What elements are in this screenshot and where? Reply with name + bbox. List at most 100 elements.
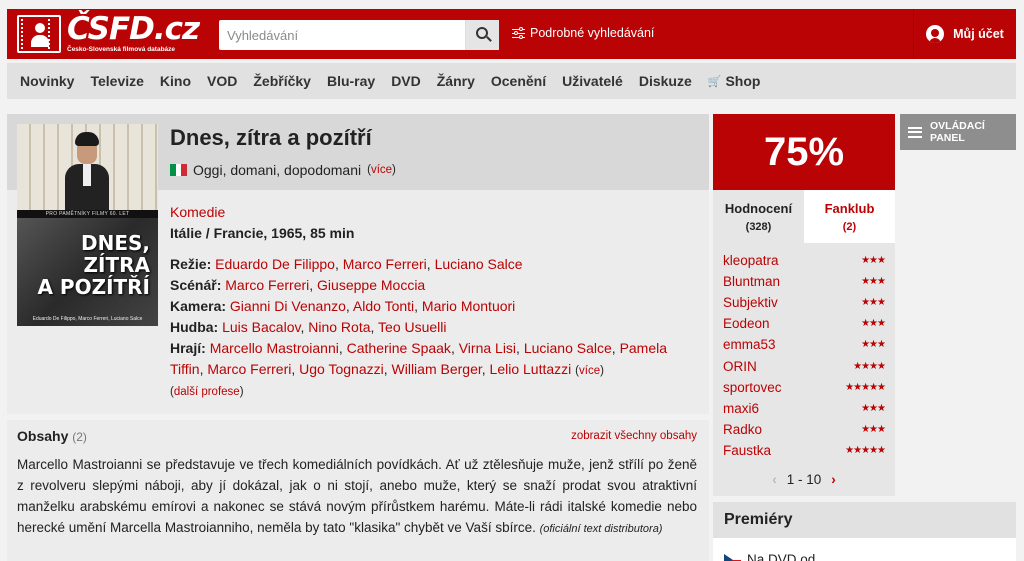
actor-link[interactable]: Catherine Spaak (347, 340, 451, 356)
search-button[interactable] (465, 20, 499, 50)
creator-link[interactable]: Giuseppe Moccia (317, 277, 425, 293)
rater-row: Bluntman ★★★ (713, 271, 895, 292)
rater-name[interactable]: Subjektiv (723, 295, 778, 310)
film-title: Dnes, zítra a pozítří (170, 125, 372, 150)
creator-row-rezie: Režie: Eduardo De Filippo, Marco Ferreri… (170, 256, 523, 272)
rater-name[interactable]: ORIN (723, 359, 757, 374)
nav-item-bluray[interactable]: Blu-ray (327, 73, 375, 89)
rater-stars-icon: ★★★ (861, 318, 886, 330)
plots-heading: Obsahy (2) (17, 428, 87, 444)
nav-item-shop[interactable]: 🛒 Shop (708, 73, 761, 89)
logo-text: ČSFD.cz (67, 11, 200, 47)
premieres-section: Premiéry Na DVD od (713, 502, 1016, 561)
rater-row: sportovec ★★★★★ (713, 377, 895, 398)
plots-section: Obsahy (2) zobrazit všechny obsahy Marce… (7, 420, 709, 561)
film-frame-icon (17, 15, 61, 53)
pager-next-button[interactable]: › (831, 472, 836, 487)
actor-link[interactable]: Luciano Salce (524, 340, 612, 356)
nav-item-dvd[interactable]: DVD (391, 73, 421, 89)
rater-row: ORIN ★★★★ (713, 355, 895, 376)
creator-link[interactable]: Gianni Di Venanzo (230, 298, 346, 314)
creator-link[interactable]: Nino Rota (308, 319, 370, 335)
premieres-heading: Premiéry (713, 502, 1016, 538)
search-box (219, 20, 499, 50)
rating-score: 75% (713, 114, 895, 190)
tab-ratings[interactable]: Hodnocení (328) (713, 190, 804, 243)
nav-item-novinky[interactable]: Novinky (20, 73, 74, 89)
actor-link[interactable]: Virna Lisi (459, 340, 516, 356)
more-professions-link[interactable]: další profese (174, 386, 240, 398)
actor-link[interactable]: Marcello Mastroianni (210, 340, 339, 356)
plots-count: (2) (72, 430, 87, 444)
creator-link[interactable]: Mario Montuori (422, 298, 515, 314)
rater-stars-icon: ★★★★★ (845, 444, 886, 456)
rater-name[interactable]: Bluntman (723, 274, 780, 289)
rater-name[interactable]: Radko (723, 422, 762, 437)
film-poster[interactable]: PRO PAMĚTNÍKY FILMY 60. LET DNES, ZÍTRA … (17, 124, 158, 326)
site-header: ČSFD.cz Česko-Slovenská filmová databáze… (7, 9, 1016, 59)
actors-more-link[interactable]: více (579, 365, 600, 377)
original-title: Oggi, domani, dopodomani (více) (170, 162, 396, 178)
nav-item-kino[interactable]: Kino (160, 73, 191, 89)
nav-item-uzivatele[interactable]: Uživatelé (562, 73, 623, 89)
creator-link[interactable]: Eduardo De Filippo (215, 256, 335, 272)
nav-item-zebricky[interactable]: Žebříčky (253, 73, 311, 89)
advanced-search-link[interactable]: Podrobné vyhledávání (512, 26, 654, 40)
nav-item-vod[interactable]: VOD (207, 73, 237, 89)
advanced-search-label: Podrobné vyhledávání (530, 26, 655, 40)
nav-item-diskuze[interactable]: Diskuze (639, 73, 692, 89)
plot-source: (oficiální text distributora) (539, 523, 663, 535)
hamburger-icon (908, 126, 922, 138)
actor-link[interactable]: Marco Ferreri (207, 361, 291, 377)
creator-link[interactable]: Luis Bacalov (222, 319, 300, 335)
rater-stars-icon: ★★★ (861, 402, 886, 414)
poster-strip-text: PRO PAMĚTNÍKY FILMY 60. LET (17, 210, 158, 218)
original-title-more: (více) (367, 164, 396, 176)
search-input[interactable] (219, 20, 465, 50)
raters-list: kleopatra ★★★ Bluntman ★★★ Subjektiv ★★★ Eodeo… (713, 243, 895, 496)
original-title-more-link[interactable]: více (371, 164, 392, 176)
nav-item-oceneni[interactable]: Ocenění (491, 73, 546, 89)
actor-link[interactable]: Lelio Luttazzi (490, 361, 572, 377)
actor-link[interactable]: Ugo Tognazzi (299, 361, 384, 377)
control-panel-label: OVLÁDACÍ PANEL (930, 120, 985, 144)
actor-link[interactable]: William Berger (392, 361, 482, 377)
tab-fanclub[interactable]: Fanklub (2) (804, 190, 895, 243)
rater-name[interactable]: Eodeon (723, 316, 770, 331)
creator-link[interactable]: Marco Ferreri (225, 277, 309, 293)
rater-stars-icon: ★★★ (861, 276, 886, 288)
creator-link[interactable]: Marco Ferreri (343, 256, 427, 272)
sliders-icon (512, 26, 525, 39)
creator-row-hudba: Hudba: Luis Bacalov, Nino Rota, Teo Usue… (170, 319, 447, 335)
rater-row: Radko ★★★ (713, 419, 895, 440)
rater-name[interactable]: emma53 (723, 337, 776, 352)
film-genre[interactable]: Komedie (170, 204, 225, 220)
control-panel-button[interactable]: OVLÁDACÍ PANEL (900, 114, 1016, 150)
site-logo[interactable]: ČSFD.cz Česko-Slovenská filmová databáze (17, 11, 200, 55)
creator-link[interactable]: Teo Usuelli (378, 319, 446, 335)
account-label: Můj účet (953, 27, 1004, 41)
rating-tabs: Hodnocení (328) Fanklub (2) (713, 190, 895, 243)
rater-row: Eodeon ★★★ (713, 313, 895, 334)
account-button[interactable]: Můj účet (913, 9, 1016, 59)
creator-link[interactable]: Luciano Salce (435, 256, 523, 272)
rater-stars-icon: ★★★ (861, 423, 886, 435)
rater-stars-icon: ★★★★★ (845, 381, 886, 393)
rater-stars-icon: ★★★★ (853, 360, 886, 372)
nav-item-televize[interactable]: Televize (90, 73, 143, 89)
rater-stars-icon: ★★★ (861, 339, 886, 351)
rater-name[interactable]: kleopatra (723, 253, 779, 268)
poster-title: DNES, ZÍTRA A POZÍTŘÍ (37, 231, 150, 299)
czech-flag-icon (724, 553, 741, 561)
rater-name[interactable]: maxi6 (723, 401, 759, 416)
rater-name[interactable]: sportovec (723, 380, 782, 395)
pager-prev-button[interactable]: ‹ (772, 472, 777, 487)
nav-item-zanry[interactable]: Žánry (437, 73, 475, 89)
shop-label: Shop (725, 73, 761, 89)
rater-row: maxi6 ★★★ (713, 398, 895, 419)
creator-link[interactable]: Aldo Tonti (353, 298, 414, 314)
show-all-plots-link[interactable]: zobrazit všechny obsahy (571, 430, 697, 442)
more-professions: (další profese) (170, 386, 244, 398)
cart-icon: 🛒 (707, 75, 722, 88)
rater-name[interactable]: Faustka (723, 443, 771, 458)
